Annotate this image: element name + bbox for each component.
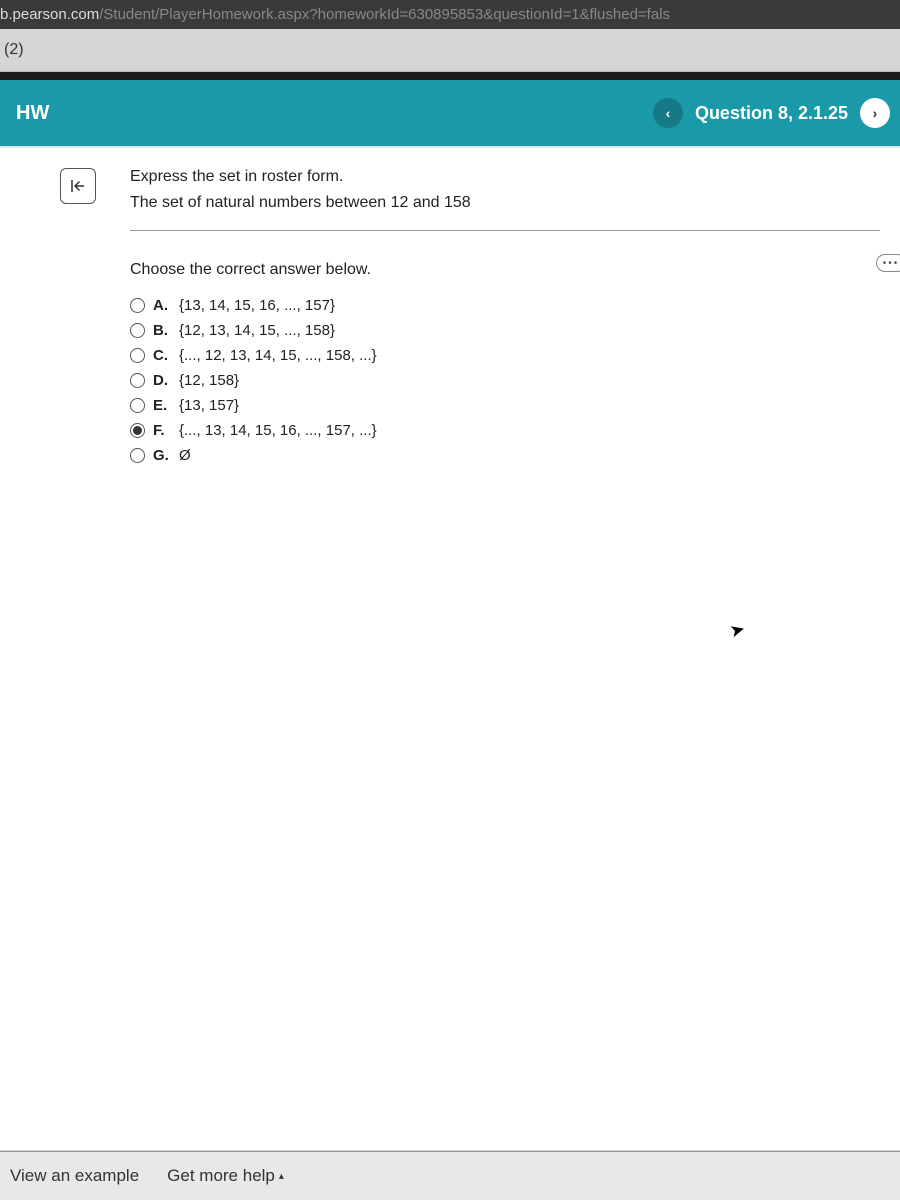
radio-button[interactable] — [130, 323, 145, 338]
radio-button[interactable] — [130, 348, 145, 363]
assignment-header: HW ‹ Question 8, 2.1.25 › — [0, 80, 900, 146]
prompt-instruction: Express the set in roster form. — [130, 168, 880, 186]
prev-question-button[interactable]: ‹ — [653, 98, 683, 128]
question-label: Question 8, 2.1.25 — [695, 103, 848, 124]
radio-button[interactable] — [130, 423, 145, 438]
radio-button[interactable] — [130, 448, 145, 463]
option-text: {..., 12, 13, 14, 15, ..., 158, ...} — [179, 347, 377, 364]
option-text: Ø — [179, 447, 191, 464]
option-letter: E. — [153, 397, 171, 414]
assignment-title: HW — [16, 102, 49, 125]
answer-option[interactable]: C. {..., 12, 13, 14, 15, ..., 158, ...} — [130, 347, 880, 364]
tab-label[interactable]: (2) — [4, 41, 24, 58]
radio-button[interactable] — [130, 398, 145, 413]
answer-option[interactable]: D. {12, 158} — [130, 372, 880, 389]
footer-bar: View an example Get more help ▴ — [0, 1151, 900, 1200]
divider — [130, 230, 880, 231]
option-letter: B. — [153, 322, 171, 339]
answer-options: A. {13, 14, 15, 16, ..., 157} B. {12, 13, 1… — [130, 297, 880, 464]
choose-answer-label: Choose the correct answer below. — [130, 261, 880, 279]
next-question-button[interactable]: › — [860, 98, 890, 128]
chevron-left-icon: ‹ — [666, 105, 671, 121]
option-text: {13, 157} — [179, 397, 239, 414]
radio-button[interactable] — [130, 373, 145, 388]
main-area: HW ‹ Question 8, 2.1.25 › ••• Express th… — [0, 80, 900, 1200]
option-letter: G. — [153, 447, 171, 464]
collapse-sidebar-button[interactable] — [60, 168, 96, 204]
url-host: b.pearson.com — [0, 6, 99, 23]
answer-option[interactable]: A. {13, 14, 15, 16, ..., 157} — [130, 297, 880, 314]
option-text: {13, 14, 15, 16, ..., 157} — [179, 297, 335, 314]
question-content: ••• Express the set in roster form. The … — [0, 148, 900, 1150]
option-letter: D. — [153, 372, 171, 389]
option-text: {..., 13, 14, 15, 16, ..., 157, ...} — [179, 422, 377, 439]
caret-up-icon: ▴ — [279, 1171, 284, 1182]
answer-option[interactable]: E. {13, 157} — [130, 397, 880, 414]
question-nav: ‹ Question 8, 2.1.25 › — [653, 98, 890, 128]
answer-option[interactable]: F. {..., 13, 14, 15, 16, ..., 157, ...} — [130, 422, 880, 439]
collapse-left-icon — [69, 177, 87, 195]
answer-option[interactable]: G. Ø — [130, 447, 880, 464]
answer-option[interactable]: B. {12, 13, 14, 15, ..., 158} — [130, 322, 880, 339]
more-options-button[interactable]: ••• — [876, 254, 900, 272]
option-text: {12, 13, 14, 15, ..., 158} — [179, 322, 335, 339]
prompt-area: Express the set in roster form. The set … — [130, 148, 900, 464]
option-letter: F. — [153, 422, 171, 439]
more-icon: ••• — [883, 258, 900, 269]
radio-button[interactable] — [130, 298, 145, 313]
url-path: /Student/PlayerHomework.aspx?homeworkId=… — [99, 6, 670, 23]
tab-strip: (2) — [0, 29, 900, 72]
prompt-set-description: The set of natural numbers between 12 an… — [130, 194, 880, 212]
option-letter: A. — [153, 297, 171, 314]
option-text: {12, 158} — [179, 372, 239, 389]
option-letter: C. — [153, 347, 171, 364]
view-example-button[interactable]: View an example — [10, 1166, 139, 1186]
chevron-right-icon: › — [873, 105, 878, 121]
get-more-help-button[interactable]: Get more help ▴ — [167, 1166, 284, 1186]
browser-address-bar[interactable]: b.pearson.com/Student/PlayerHomework.asp… — [0, 0, 900, 29]
